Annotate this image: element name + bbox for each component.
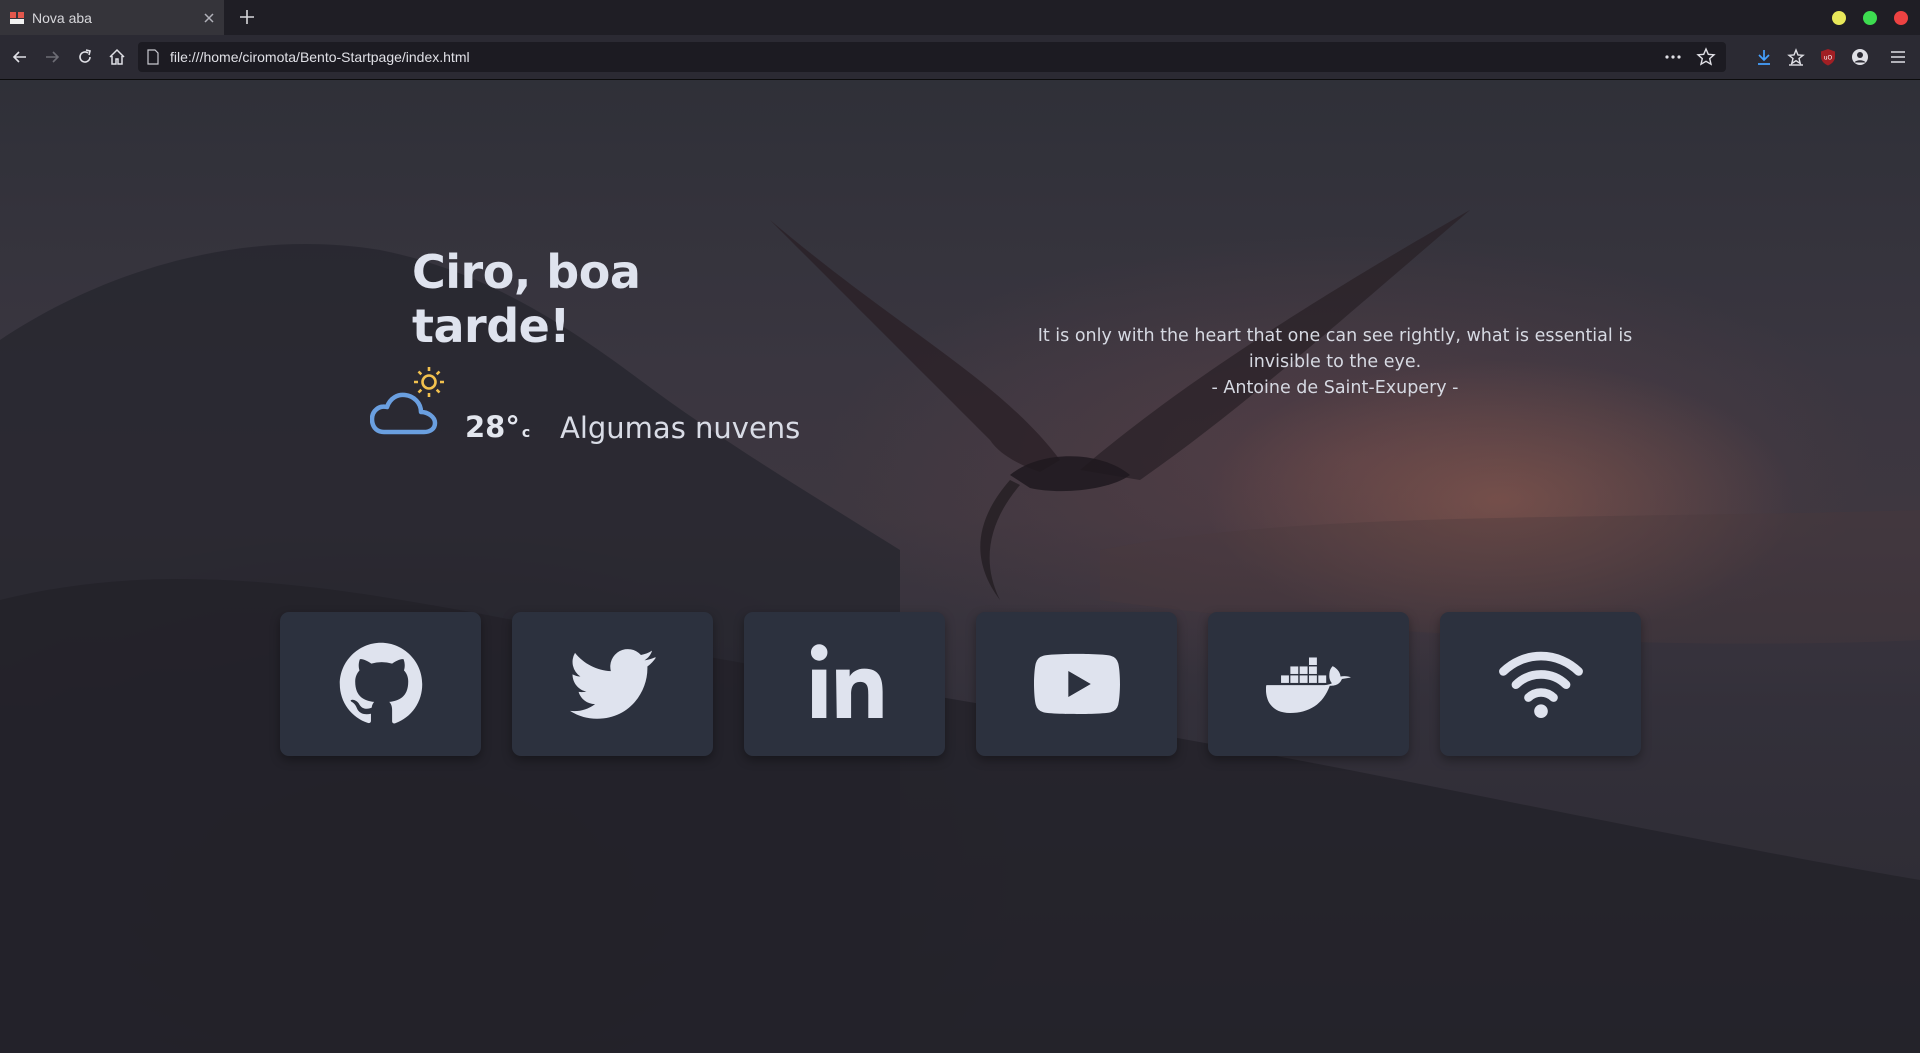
greeting-title: Ciro, boa tarde!: [412, 245, 641, 353]
quote-block: It is only with the heart that one can s…: [1005, 323, 1665, 401]
wifi-link-card[interactable]: [1440, 612, 1641, 756]
wifi-icon: [1498, 651, 1583, 719]
navigation-toolbar: file:///home/ciromota/Bento-Startpage/in…: [0, 35, 1920, 80]
linkedin-link-card[interactable]: [744, 612, 945, 756]
svg-text:uO: uO: [1824, 55, 1833, 62]
temperature-value: 28°: [465, 410, 520, 444]
maximize-window-button[interactable]: [1863, 11, 1877, 25]
quote-author: - Antoine de Saint-Exupery -: [1211, 378, 1459, 398]
close-window-button[interactable]: [1894, 11, 1908, 25]
downloads-icon[interactable]: [1754, 47, 1774, 67]
ublock-origin-icon[interactable]: uO: [1818, 47, 1838, 67]
github-icon: [339, 642, 422, 724]
url-text: file:///home/ciromota/Bento-Startpage/in…: [170, 49, 470, 65]
library-icon[interactable]: [1786, 47, 1806, 67]
minimize-window-button[interactable]: [1832, 11, 1846, 25]
quote-text: It is only with the heart that one can s…: [1037, 326, 1633, 372]
docker-icon: [1265, 657, 1351, 714]
temperature: 28° c: [465, 410, 530, 444]
link-cards: [280, 612, 1642, 756]
github-link-card[interactable]: [280, 612, 481, 756]
temperature-unit: c: [521, 425, 531, 441]
page-actions-icon[interactable]: [1664, 48, 1682, 66]
partly-cloudy-icon: [370, 367, 444, 435]
tab-bar: Nova aba: [0, 0, 1920, 35]
forward-icon[interactable]: [42, 47, 62, 67]
twitter-icon: [569, 649, 656, 719]
linkedin-icon: [810, 644, 883, 719]
tab-title: Nova aba: [32, 10, 92, 26]
weather-condition: Algumas nuvens: [560, 411, 801, 445]
youtube-icon: [1033, 653, 1120, 715]
reload-icon[interactable]: [75, 47, 95, 67]
close-tab-icon[interactable]: [202, 11, 216, 25]
back-icon[interactable]: [10, 47, 30, 67]
url-bar[interactable]: file:///home/ciromota/Bento-Startpage/in…: [138, 42, 1726, 72]
docker-link-card[interactable]: [1208, 612, 1409, 756]
page-favicon-icon: [10, 12, 24, 24]
home-icon[interactable]: [107, 47, 127, 67]
new-tab-icon[interactable]: [238, 8, 256, 26]
youtube-link-card[interactable]: [976, 612, 1177, 756]
bookmark-star-icon[interactable]: [1696, 47, 1716, 67]
menu-icon[interactable]: [1888, 47, 1908, 67]
tab-nova-aba[interactable]: Nova aba: [0, 0, 224, 35]
background-dragon-landscape: [0, 210, 1920, 1053]
startpage: Ciro, boa tarde! 28° c Algumas nuvens It …: [0, 80, 1920, 1053]
twitter-link-card[interactable]: [512, 612, 713, 756]
account-avatar-icon[interactable]: [1850, 47, 1870, 67]
page-icon: [147, 49, 159, 65]
